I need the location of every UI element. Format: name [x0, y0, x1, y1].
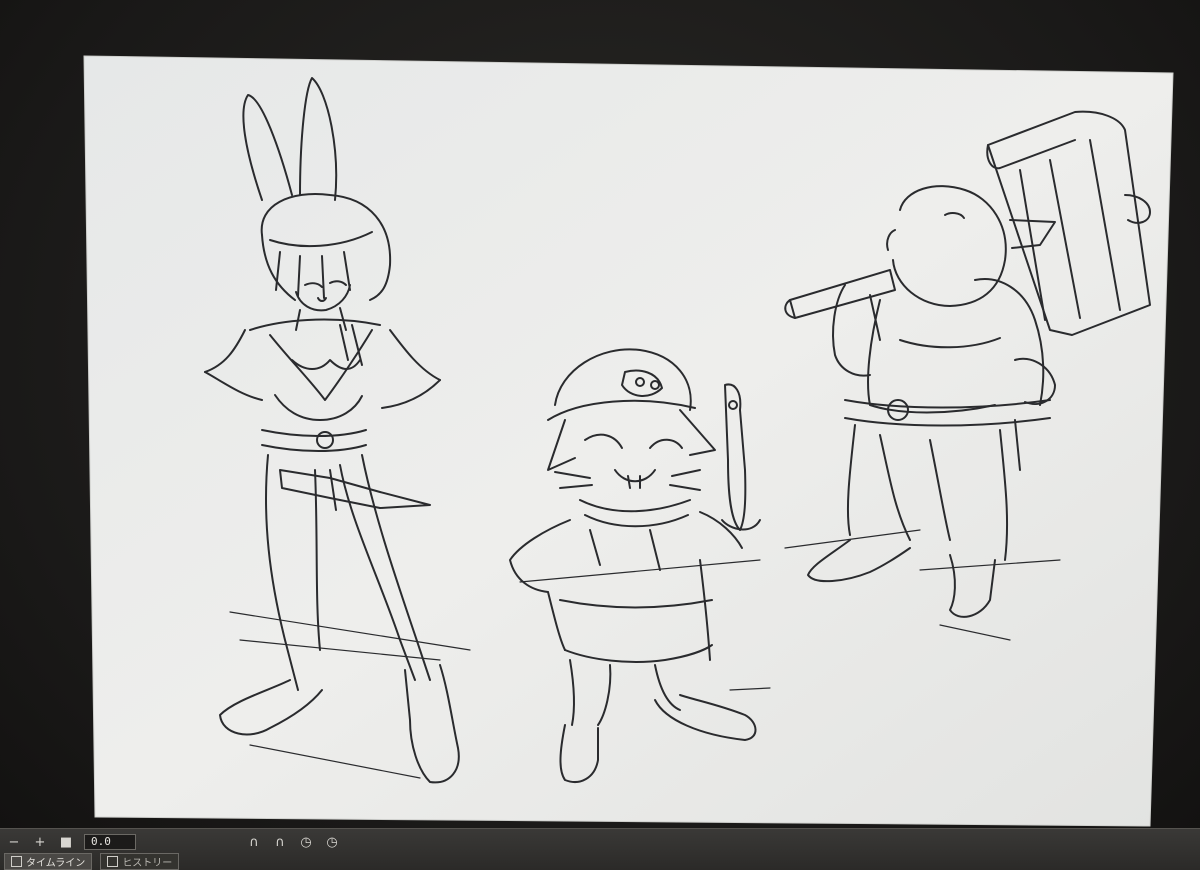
- tab-history-label: ヒストリー: [122, 858, 173, 869]
- stop-button[interactable]: ■: [58, 835, 74, 850]
- zoom-in-button[interactable]: +: [32, 835, 48, 850]
- tab-timeline-label: タイムライン: [26, 858, 86, 869]
- canvas-paper[interactable]: [83, 55, 1174, 827]
- loop-icon[interactable]: ∩: [246, 835, 262, 850]
- timeline-icon: [11, 856, 22, 867]
- frame-value-field[interactable]: 0.0: [84, 834, 136, 850]
- tab-history[interactable]: ヒストリー: [100, 853, 180, 870]
- zoom-out-button[interactable]: −: [6, 835, 22, 850]
- drawing-canvas[interactable]: [0, 0, 1200, 869]
- timeline-panel: − + ■ 0.0 ∩ ∩ ◷ ◷ タイムライン ヒストリー: [0, 828, 1200, 870]
- panel-tabs: タイムライン ヒストリー: [0, 853, 1200, 870]
- tab-timeline[interactable]: タイムライン: [4, 853, 93, 870]
- timeline-controls: − + ■ 0.0 ∩ ∩ ◷ ◷: [0, 833, 1200, 851]
- settings-timer-icon[interactable]: ◷: [324, 835, 340, 850]
- timer-icon[interactable]: ◷: [298, 835, 314, 850]
- onion-skin-icon[interactable]: ∩: [272, 835, 288, 850]
- history-icon: [107, 856, 119, 867]
